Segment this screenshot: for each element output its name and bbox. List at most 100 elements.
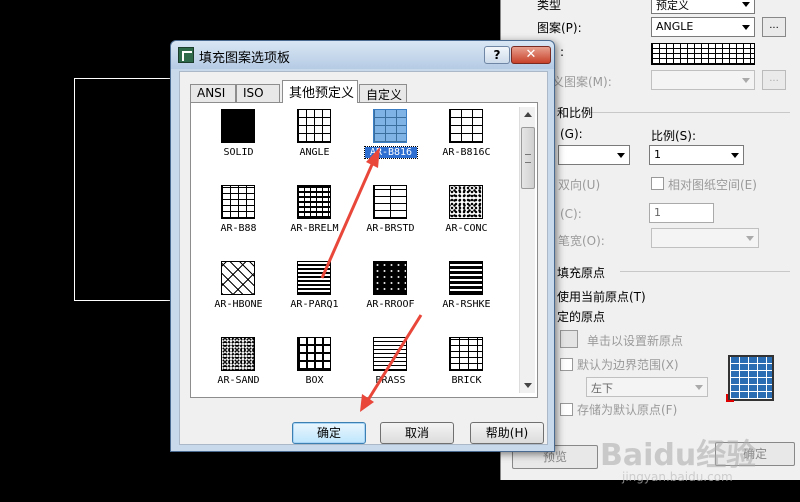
tab-iso[interactable]: ISO xyxy=(236,84,280,102)
close-icon[interactable]: ✕ xyxy=(511,46,551,64)
pattern-ar-b88[interactable]: AR-B88 xyxy=(201,183,279,261)
ar-hbone-swatch xyxy=(221,261,255,295)
pattern-label: BRASS xyxy=(375,375,406,386)
ar-brstd-swatch xyxy=(373,185,407,219)
ar-b816c-swatch xyxy=(449,109,483,143)
pattern-list[interactable]: SOLID ANGLE AR-B816 AR-B816C AR-B88 AR-B… xyxy=(195,107,515,393)
pattern-label: AR-RROOF xyxy=(366,299,415,310)
pattern-label: AR-BRSTD xyxy=(366,223,415,234)
store-default-checkbox[interactable] xyxy=(560,403,573,416)
custom-pattern-browse-button[interactable]: ... xyxy=(762,70,786,90)
tab-other-predefined[interactable]: 其他预定义 xyxy=(282,80,358,103)
angle-swatch xyxy=(297,109,331,143)
scroll-down-icon[interactable] xyxy=(520,377,536,393)
pattern-sample-swatch[interactable] xyxy=(651,43,755,65)
spacing-input[interactable]: 1 xyxy=(649,203,714,223)
box-swatch xyxy=(297,337,331,371)
set-origin-icon[interactable] xyxy=(560,330,578,348)
type-label: 类型 xyxy=(537,0,562,12)
ar-b816-swatch xyxy=(373,109,407,143)
pattern-ar-brstd[interactable]: AR-BRSTD xyxy=(353,183,431,261)
custom-pattern-combo[interactable] xyxy=(651,70,755,90)
pattern-ar-rroof[interactable]: AR-RROOF xyxy=(353,259,431,337)
help-button[interactable]: 帮助(H) xyxy=(470,422,544,444)
origin-preview-icon xyxy=(728,355,774,401)
title-bar[interactable]: 填充图案选项板 ? ✕ xyxy=(171,41,554,69)
use-current-origin-radio[interactable]: 使用当前原点(T) xyxy=(557,288,646,305)
pattern-label: SOLID xyxy=(223,147,254,158)
pattern-label: 图案(P): xyxy=(537,21,582,35)
watermark-sub: jingyan.baidu.com xyxy=(622,470,733,484)
ar-rshke-swatch xyxy=(449,261,483,295)
pattern-label: AR-HBONE xyxy=(214,299,263,310)
boundary-combo[interactable]: 左下 xyxy=(586,377,708,397)
pattern-brick[interactable]: BRICK xyxy=(429,335,507,393)
angle-label: (G): xyxy=(560,127,583,141)
pattern-label: AR-SAND xyxy=(217,375,260,386)
ar-conc-swatch xyxy=(449,185,483,219)
pattern-label: AR-B88 xyxy=(220,223,257,234)
pattern-brass[interactable]: BRASS xyxy=(353,335,431,393)
pattern-ar-parq1[interactable]: AR-PARQ1 xyxy=(277,259,355,337)
scale-label: 比例(S): xyxy=(651,129,697,143)
bidirectional-label: 双向(U) xyxy=(558,178,601,192)
tab-custom[interactable]: 自定义 xyxy=(359,84,407,102)
watermark-main: Baidu经验 xyxy=(600,438,757,473)
brass-swatch xyxy=(373,337,407,371)
relative-paper-checkbox[interactable] xyxy=(651,177,664,190)
pattern-ar-brelm[interactable]: AR-BRELM xyxy=(277,183,355,261)
default-boundary-checkbox[interactable] xyxy=(560,358,573,371)
pattern-angle[interactable]: ANGLE xyxy=(277,107,355,185)
dialog-title: 填充图案选项板 xyxy=(199,51,291,66)
pattern-scrollbar[interactable] xyxy=(519,107,535,393)
title-help-button[interactable]: ? xyxy=(484,46,510,64)
tab-ansi[interactable]: ANSI xyxy=(190,84,236,102)
separator xyxy=(590,112,790,113)
drawn-rectangle xyxy=(74,78,184,301)
hatch-pattern-palette-dialog: 填充图案选项板 ? ✕ ANSI ISO 其他预定义 自定义 SOLID ANG… xyxy=(170,40,555,452)
brick-swatch xyxy=(449,337,483,371)
pattern-solid[interactable]: SOLID xyxy=(201,107,279,185)
pattern-label: AR-B816 xyxy=(364,146,418,159)
solid-swatch xyxy=(221,109,255,143)
pattern-combo[interactable]: ANGLE xyxy=(651,17,755,37)
specified-origin-radio[interactable]: 定的原点 xyxy=(557,308,605,325)
click-set-origin-label: 单击以设置新原点 xyxy=(587,334,684,348)
ar-b88-swatch xyxy=(221,185,255,219)
pattern-ar-hbone[interactable]: AR-HBONE xyxy=(201,259,279,337)
pattern-browse-button[interactable]: ... xyxy=(762,17,786,37)
pattern-ar-sand[interactable]: AR-SAND xyxy=(201,335,279,393)
pattern-ar-b816[interactable]: AR-B816 xyxy=(353,107,431,185)
iso-pen-combo[interactable] xyxy=(651,228,759,248)
separator xyxy=(620,271,790,272)
ar-rroof-swatch xyxy=(373,261,407,295)
sample-label: : xyxy=(560,45,565,59)
pattern-label: AR-PARQ1 xyxy=(290,299,339,310)
pattern-label: AR-B816C xyxy=(442,147,491,158)
iso-pen-label: 笔宽(O): xyxy=(558,234,605,248)
pattern-label: AR-RSHKE xyxy=(442,299,491,310)
scroll-thumb[interactable] xyxy=(521,127,535,189)
ar-brelm-swatch xyxy=(297,185,331,219)
default-boundary-label: 默认为边界范围(X) xyxy=(577,358,679,372)
dialog-body: ANSI ISO 其他预定义 自定义 SOLID ANGLE AR-B816 A… xyxy=(179,71,548,445)
pattern-ar-rshke[interactable]: AR-RSHKE xyxy=(429,259,507,337)
custom-pattern-label: 义图案(M): xyxy=(552,75,612,89)
angle-scale-heading: 和比例 xyxy=(557,106,594,120)
ok-button[interactable]: 确定 xyxy=(292,422,366,444)
ar-parq1-swatch xyxy=(297,261,331,295)
cancel-button[interactable]: 取消 xyxy=(380,422,454,444)
pattern-box[interactable]: BOX xyxy=(277,335,355,393)
origin-heading: 填充原点 xyxy=(557,266,606,280)
pattern-label: ANGLE xyxy=(299,147,330,158)
scroll-up-icon[interactable] xyxy=(520,107,536,123)
pattern-ar-b816c[interactable]: AR-B816C xyxy=(429,107,507,185)
scale-combo[interactable]: 1 xyxy=(649,145,744,165)
spacing-label: (C): xyxy=(560,207,582,221)
relative-paper-label: 相对图纸空间(E) xyxy=(668,178,757,192)
pattern-ar-conc[interactable]: AR-CONC xyxy=(429,183,507,261)
angle-combo[interactable] xyxy=(558,145,630,165)
store-default-label: 存储为默认原点(F) xyxy=(577,403,678,417)
type-combo[interactable]: 预定义 xyxy=(651,0,755,14)
pattern-label: AR-BRELM xyxy=(290,223,339,234)
